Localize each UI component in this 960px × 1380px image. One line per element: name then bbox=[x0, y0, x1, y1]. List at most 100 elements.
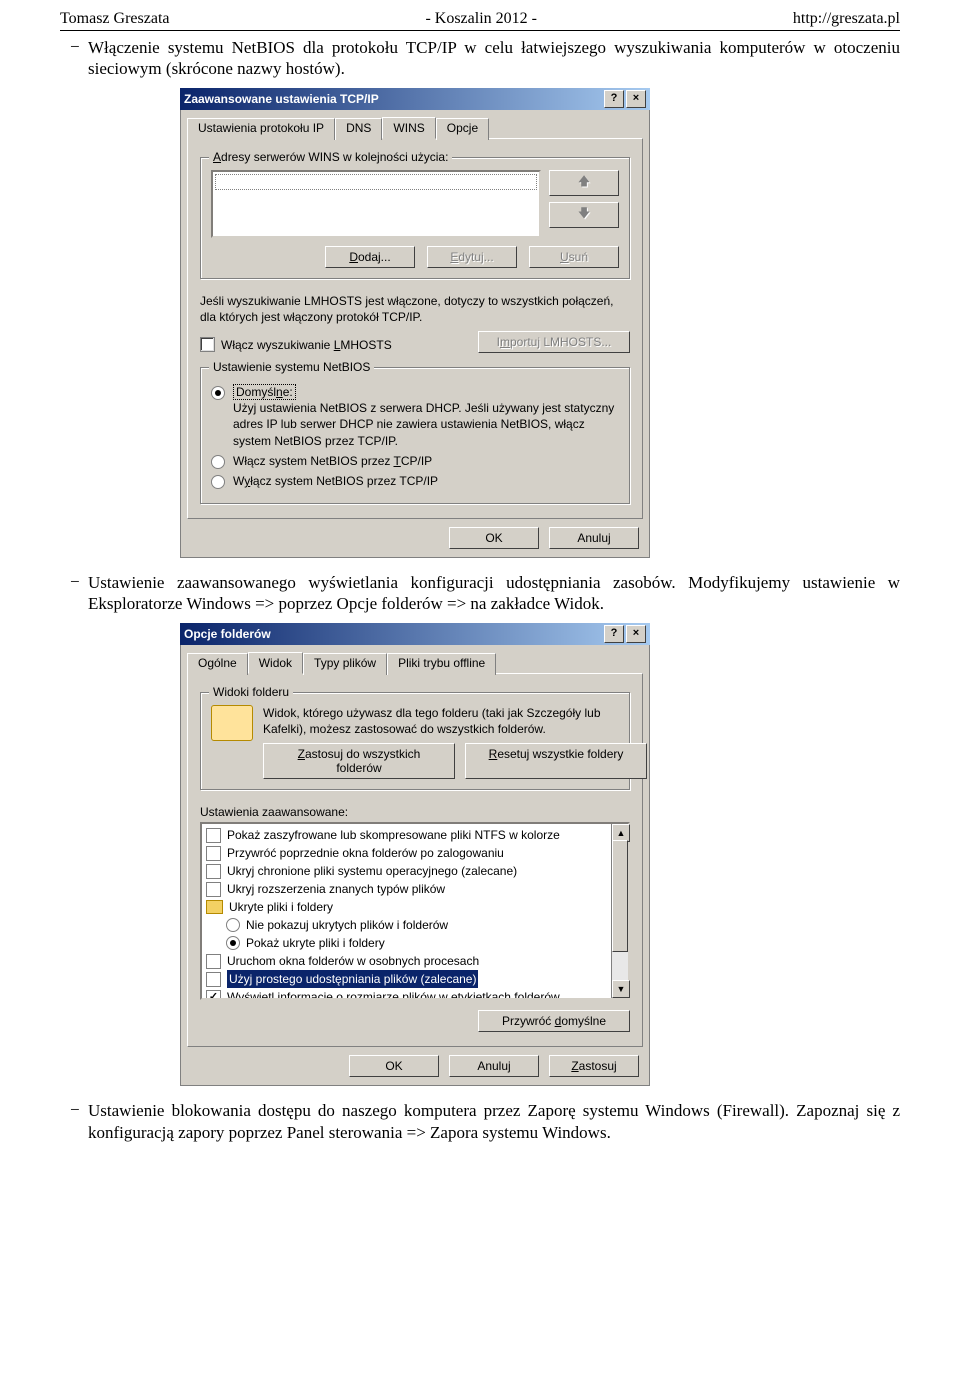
move-up-button[interactable]: 🡅 bbox=[549, 170, 619, 196]
lmhosts-checkbox[interactable] bbox=[200, 337, 215, 352]
close-icon[interactable]: × bbox=[626, 90, 646, 108]
list-item[interactable]: Pokaż zaszyfrowane lub skompresowane pli… bbox=[206, 826, 607, 844]
advanced-label: Ustawienia zaawansowane: bbox=[200, 804, 630, 820]
list-item-label: Uruchom okna folderów w osobnych procesa… bbox=[227, 952, 479, 970]
folder-icon bbox=[206, 900, 223, 914]
dash-icon: − bbox=[70, 37, 88, 57]
list-item[interactable]: Przywróć poprzednie okna folderów po zal… bbox=[206, 844, 607, 862]
list-item-label: Pokaż ukryte pliki i foldery bbox=[246, 934, 385, 952]
netbios-enable-label: Włącz system NetBIOS przez TCP/IP bbox=[233, 453, 432, 469]
list-item-label: Ukryj rozszerzenia znanych typów plików bbox=[227, 880, 445, 898]
advanced-listbox[interactable]: Pokaż zaszyfrowane lub skompresowane pli… bbox=[200, 822, 630, 1000]
ok-button[interactable]: OK bbox=[349, 1055, 439, 1077]
restore-defaults-button[interactable]: Przywróć domyślne bbox=[478, 1010, 630, 1032]
apply-all-button[interactable]: Zastosuj do wszystkich folderów bbox=[263, 743, 455, 779]
bullet-3: − Ustawienie blokowania dostępu do nasze… bbox=[70, 1100, 900, 1143]
checkbox-icon[interactable] bbox=[206, 864, 221, 879]
tcpip-titlebar[interactable]: Zaawansowane ustawienia TCP/IP ? × bbox=[180, 88, 650, 110]
bullet-2: − Ustawienie zaawansowanego wyświetlania… bbox=[70, 572, 900, 615]
header-center: - Koszalin 2012 - bbox=[425, 10, 537, 28]
move-down-button[interactable]: 🡇 bbox=[549, 202, 619, 228]
tab-ip[interactable]: Ustawienia protokołu IP bbox=[187, 118, 335, 140]
header-left: Tomasz Greszata bbox=[60, 10, 170, 28]
bullet-1-text: Włączenie systemu NetBIOS dla protokołu … bbox=[88, 37, 900, 80]
cancel-button[interactable]: Anuluj bbox=[449, 1055, 539, 1077]
checkbox-icon[interactable] bbox=[206, 882, 221, 897]
checkbox-icon[interactable] bbox=[206, 990, 221, 999]
list-item[interactable]: Użyj prostego udostępniania plików (zale… bbox=[206, 970, 607, 988]
netbios-disable-radio[interactable] bbox=[211, 475, 225, 489]
add-button[interactable]: Dodaj... bbox=[325, 246, 415, 268]
wins-listbox[interactable] bbox=[211, 170, 541, 238]
tab-options[interactable]: Opcje bbox=[436, 118, 489, 140]
list-item[interactable]: Ukryte pliki i foldery bbox=[206, 898, 607, 916]
apply-button[interactable]: Zastosuj bbox=[549, 1055, 639, 1077]
tab-dns[interactable]: DNS bbox=[335, 118, 382, 140]
tcpip-dialog: Zaawansowane ustawienia TCP/IP ? × Ustaw… bbox=[180, 88, 650, 559]
list-item-label: Przywróć poprzednie okna folderów po zal… bbox=[227, 844, 504, 862]
list-item[interactable]: Ukryj rozszerzenia znanych typów plików bbox=[206, 880, 607, 898]
folder-views-group: Widoki folderu Widok, którego używasz dl… bbox=[200, 692, 630, 790]
tab-wins[interactable]: WINS bbox=[382, 117, 435, 139]
checkbox-icon[interactable] bbox=[206, 954, 221, 969]
radio-icon[interactable] bbox=[226, 936, 240, 950]
wins-empty-selection bbox=[215, 174, 537, 190]
dash-icon: − bbox=[70, 1100, 88, 1120]
cancel-button[interactable]: Anuluj bbox=[549, 527, 639, 549]
checkbox-icon[interactable] bbox=[206, 972, 221, 987]
help-icon[interactable]: ? bbox=[604, 625, 624, 643]
folder-views-text: Widok, którego używasz dla tego folderu … bbox=[263, 705, 647, 737]
scroll-down-icon[interactable]: ▼ bbox=[612, 980, 630, 998]
header-right: http://greszata.pl bbox=[793, 10, 900, 28]
tab-filetypes[interactable]: Typy plików bbox=[303, 653, 387, 675]
netbios-group: Ustawienie systemu NetBIOS Domyślne: Uży… bbox=[200, 367, 630, 504]
list-item[interactable]: Wyświetl informacje o rozmiarze plików w… bbox=[206, 988, 607, 998]
help-icon[interactable]: ? bbox=[604, 90, 624, 108]
lmhosts-label: Włącz wyszukiwanie LMHOSTS bbox=[221, 337, 392, 353]
doc-header: Tomasz Greszata - Koszalin 2012 - http:/… bbox=[60, 10, 900, 31]
close-icon[interactable]: × bbox=[626, 625, 646, 643]
list-item-label: Pokaż zaszyfrowane lub skompresowane pli… bbox=[227, 826, 560, 844]
lmhosts-text: Jeśli wyszukiwanie LMHOSTS jest włączone… bbox=[200, 293, 630, 325]
folder-views-legend: Widoki folderu bbox=[209, 685, 293, 699]
netbios-legend: Ustawienie systemu NetBIOS bbox=[209, 360, 374, 374]
tab-view[interactable]: Widok bbox=[248, 652, 303, 674]
remove-button[interactable]: Usuń bbox=[529, 246, 619, 268]
reset-all-button[interactable]: Resetuj wszystkie foldery bbox=[465, 743, 647, 779]
folder-views-icon bbox=[211, 705, 253, 741]
checkbox-icon[interactable] bbox=[206, 846, 221, 861]
folderopt-tabstrip: Ogólne Widok Typy plików Pliki trybu off… bbox=[187, 651, 643, 673]
list-item-label: Ukryj chronione pliki systemu operacyjne… bbox=[227, 862, 517, 880]
list-item-label: Nie pokazuj ukrytych plików i folderów bbox=[246, 916, 448, 934]
netbios-default-label: Domyślne: bbox=[233, 384, 296, 400]
netbios-default-desc: Użyj ustawienia NetBIOS z serwera DHCP. … bbox=[233, 401, 614, 447]
bullet-1: − Włączenie systemu NetBIOS dla protokoł… bbox=[70, 37, 900, 80]
tcpip-title: Zaawansowane ustawienia TCP/IP bbox=[184, 92, 602, 106]
folderopt-titlebar[interactable]: Opcje folderów ? × bbox=[180, 623, 650, 645]
folderopt-title: Opcje folderów bbox=[184, 627, 602, 641]
edit-button[interactable]: Edytuj... bbox=[427, 246, 517, 268]
list-item-label: Ukryte pliki i foldery bbox=[229, 898, 333, 916]
tab-offline[interactable]: Pliki trybu offline bbox=[387, 653, 496, 675]
ok-button[interactable]: OK bbox=[449, 527, 539, 549]
list-item[interactable]: Ukryj chronione pliki systemu operacyjne… bbox=[206, 862, 607, 880]
tab-general[interactable]: Ogólne bbox=[187, 653, 248, 675]
import-lmhosts-button[interactable]: Importuj LMHOSTS... bbox=[478, 331, 630, 353]
netbios-default-radio[interactable] bbox=[211, 386, 225, 400]
list-item[interactable]: Pokaż ukryte pliki i foldery bbox=[206, 934, 607, 952]
tcpip-tabstrip: Ustawienia protokołu IP DNS WINS Opcje bbox=[187, 116, 643, 138]
radio-icon[interactable] bbox=[226, 918, 240, 932]
list-item-label: Użyj prostego udostępniania plików (zale… bbox=[227, 970, 478, 988]
list-item[interactable]: Uruchom okna folderów w osobnych procesa… bbox=[206, 952, 607, 970]
wins-servers-group: Adresy serwerów WINS w kolejności użycia… bbox=[200, 157, 630, 279]
wins-servers-legend: Adresy serwerów WINS w kolejności użycia… bbox=[209, 150, 452, 164]
arrow-down-icon: 🡇 bbox=[578, 204, 590, 225]
dash-icon: − bbox=[70, 572, 88, 592]
checkbox-icon[interactable] bbox=[206, 828, 221, 843]
bullet-2-text: Ustawienie zaawansowanego wyświetlania k… bbox=[88, 572, 900, 615]
scroll-thumb[interactable] bbox=[612, 840, 628, 952]
netbios-enable-radio[interactable] bbox=[211, 455, 225, 469]
scrollbar[interactable]: ▲ ▼ bbox=[611, 824, 628, 998]
arrow-up-icon: 🡅 bbox=[578, 172, 590, 193]
list-item[interactable]: Nie pokazuj ukrytych plików i folderów bbox=[206, 916, 607, 934]
